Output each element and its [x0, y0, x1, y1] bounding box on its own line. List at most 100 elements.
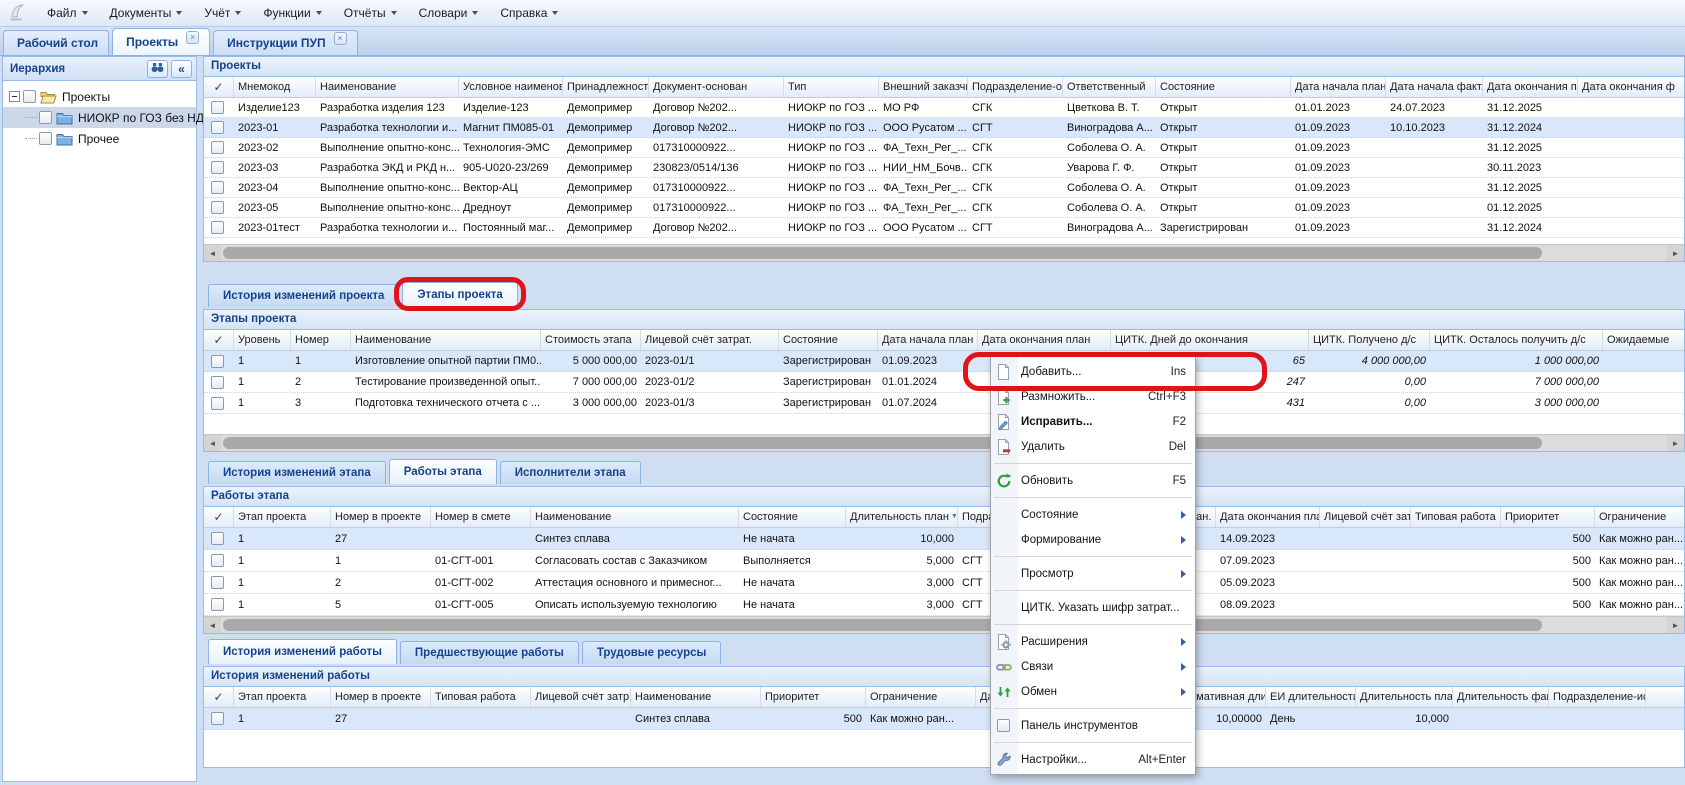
scroll-left-icon[interactable]: ◄ — [204, 435, 221, 451]
scroll-right-icon[interactable]: ► — [1667, 245, 1684, 261]
column-header[interactable]: Длительность фак — [1453, 687, 1549, 707]
column-header[interactable]: ✓ — [204, 330, 234, 350]
column-header[interactable]: Состояние — [1156, 77, 1291, 97]
column-header[interactable]: Дата начала факт. — [1386, 77, 1483, 97]
column-header[interactable]: ЦИТК. Осталось получить д/с — [1430, 330, 1603, 350]
horizontal-scrollbar[interactable]: ◄► — [204, 616, 1684, 633]
column-header[interactable]: Номер в проекте — [331, 687, 431, 707]
column-header[interactable]: Дата начала план — [878, 330, 978, 350]
column-header[interactable]: Наименование — [531, 507, 739, 527]
column-header[interactable]: Лицевой счёт затр — [1320, 507, 1411, 527]
scrollbar-thumb[interactable] — [223, 437, 1542, 449]
column-header[interactable]: Дата начала план. — [1291, 77, 1386, 97]
tab-preceding-works[interactable]: Предшествующие работы — [400, 641, 579, 664]
column-header[interactable]: Принадлежность — [563, 77, 649, 97]
column-header[interactable]: ✓ — [204, 687, 234, 707]
menubar-item-help[interactable]: Справка — [489, 2, 569, 24]
tree-item-projects-root[interactable]: Проекты — [3, 86, 196, 107]
row-checkbox[interactable] — [211, 201, 224, 214]
tab-stage-executors[interactable]: Исполнители этапа — [500, 461, 641, 484]
column-header[interactable]: Документ-основан — [649, 77, 784, 97]
column-header[interactable]: Дата окончания план — [1216, 507, 1320, 527]
row-checkbox[interactable] — [211, 712, 224, 725]
column-header[interactable]: Подразделение-от — [968, 77, 1063, 97]
scrollbar-thumb[interactable] — [223, 247, 1542, 259]
menu-item-add[interactable]: Добавить...Ins — [991, 359, 1195, 384]
tab-stage-history[interactable]: История изменений этапа — [208, 461, 386, 484]
table-row[interactable]: 1201-СГТ-002Аттестация основного и приме… — [204, 572, 1684, 594]
tree-item-other[interactable]: Прочее — [3, 128, 196, 149]
horizontal-scrollbar[interactable]: ◄► — [204, 434, 1684, 451]
menu-item-exchange[interactable]: Обмен — [991, 679, 1195, 704]
scrollbar-thumb[interactable] — [223, 619, 1542, 631]
row-checkbox[interactable] — [211, 576, 224, 589]
tree-checkbox[interactable] — [39, 111, 52, 124]
menubar-item-functions[interactable]: Функции — [252, 2, 332, 24]
row-checkbox[interactable] — [211, 181, 224, 194]
column-header[interactable]: Наименование — [316, 77, 459, 97]
table-row[interactable]: 2023-05Выполнение опытно-конс...Дредноут… — [204, 198, 1684, 218]
table-row[interactable]: 127Синтез сплаваНе начата10,00014.09.202… — [204, 528, 1684, 550]
menu-item-delete[interactable]: УдалитьDel — [991, 434, 1195, 459]
menu-item-links[interactable]: Связи — [991, 654, 1195, 679]
table-row[interactable]: 2023-01тестРазработка технологии и...Пос… — [204, 218, 1684, 238]
table-row[interactable]: Изделие123Разработка изделия 123Изделие-… — [204, 98, 1684, 118]
row-checkbox[interactable] — [211, 161, 224, 174]
column-header[interactable]: Стоимость этапа — [541, 330, 641, 350]
column-header[interactable]: Состояние — [739, 507, 846, 527]
table-row[interactable]: 127Синтез сплава500Как можно ран...10,00… — [204, 708, 1684, 730]
column-header[interactable]: ✓ — [204, 507, 234, 527]
menu-item-settings[interactable]: Настройки...Alt+Enter — [991, 747, 1195, 772]
table-row[interactable]: 13Подготовка технического отчета с ...3 … — [204, 393, 1684, 414]
column-header[interactable]: Этап проекта — [234, 507, 331, 527]
table-row[interactable]: 2023-04Выполнение опытно-конс...Вектор-А… — [204, 178, 1684, 198]
scroll-left-icon[interactable]: ◄ — [204, 245, 221, 261]
menu-item-refresh[interactable]: ОбновитьF5 — [991, 468, 1195, 493]
tree-expander-icon[interactable] — [9, 91, 20, 102]
menubar-item-reports[interactable]: Отчёты — [333, 2, 408, 24]
menu-item-state[interactable]: Состояние — [991, 502, 1195, 527]
column-header[interactable]: ЦИТК. Дней до окончания — [1111, 330, 1309, 350]
close-tab-icon[interactable]: × — [186, 31, 199, 44]
column-header[interactable]: Длительность план ▼ — [846, 507, 958, 527]
column-header[interactable]: Лицевой счёт затр — [531, 687, 631, 707]
row-checkbox[interactable] — [211, 355, 224, 368]
column-header[interactable]: Длительность пла — [1356, 687, 1453, 707]
column-header[interactable]: Внешний заказчик — [879, 77, 968, 97]
column-header[interactable]: Тип — [784, 77, 879, 97]
column-header[interactable]: Типовая работа — [1411, 507, 1501, 527]
table-row[interactable]: 2023-03Разработка ЭКД и РКД н...905-U020… — [204, 158, 1684, 178]
column-header[interactable]: Ответственный — [1063, 77, 1156, 97]
tab-labor-resources[interactable]: Трудовые ресурсы — [582, 641, 722, 664]
column-header[interactable]: ЦИТК. Получено д/с — [1309, 330, 1430, 350]
tab-stage-works[interactable]: Работы этапа — [389, 459, 497, 484]
table-row[interactable]: 1101-СГТ-001Согласовать состав с Заказчи… — [204, 550, 1684, 572]
column-header[interactable]: Ограничение — [866, 687, 976, 707]
column-header[interactable]: Приоритет — [761, 687, 866, 707]
column-header[interactable]: Ожидаемые — [1603, 330, 1684, 350]
column-header[interactable] — [1646, 687, 1684, 707]
column-header[interactable]: Наименование — [631, 687, 761, 707]
column-header[interactable]: Этап проекта — [234, 687, 331, 707]
column-header[interactable]: Наименование — [351, 330, 541, 350]
row-checkbox[interactable] — [211, 101, 224, 114]
row-checkbox[interactable] — [211, 532, 224, 545]
column-header[interactable]: Условное наименова — [459, 77, 563, 97]
row-checkbox[interactable] — [211, 121, 224, 134]
menu-item-edit[interactable]: Исправить...F2 — [991, 409, 1195, 434]
column-header[interactable]: Ограничение — [1595, 507, 1684, 527]
column-header[interactable]: Номер — [291, 330, 351, 350]
menubar-item-accounting[interactable]: Учёт — [193, 2, 252, 24]
row-checkbox[interactable] — [211, 141, 224, 154]
column-header[interactable]: ЕИ длительности — [1266, 687, 1356, 707]
window-tab-projects[interactable]: Проекты× — [112, 28, 210, 55]
column-header[interactable]: ✓ — [204, 77, 234, 97]
tab-project-stages[interactable]: Этапы проекта — [402, 282, 517, 307]
tree-checkbox[interactable] — [23, 90, 36, 103]
table-row[interactable]: 11Изготовление опытной партии ПМ0...5 00… — [204, 351, 1684, 372]
table-row[interactable]: 2023-01Разработка технологии и...Магнит … — [204, 118, 1684, 138]
row-checkbox[interactable] — [211, 397, 224, 410]
window-tab-desktop[interactable]: Рабочий стол — [3, 30, 109, 55]
menu-item-duplicate[interactable]: Размножить...Ctrl+F3 — [991, 384, 1195, 409]
menu-item-formation[interactable]: Формирование — [991, 527, 1195, 552]
